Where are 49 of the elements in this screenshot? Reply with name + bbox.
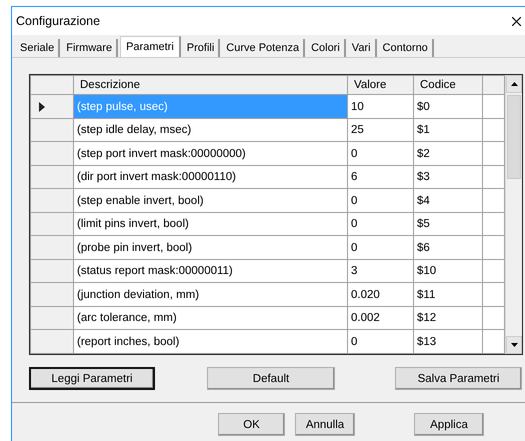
table-cell[interactable]: 0.002 [348,306,414,330]
action-button[interactable]: Annulla [295,413,355,436]
table-cell: (step enable invert, bool) [74,188,348,212]
column-header[interactable]: Valore [348,76,414,95]
scroll-down-icon[interactable] [510,343,518,347]
table-cell: (arc tolerance, mm) [74,306,348,330]
table-cell[interactable]: 0.020 [348,282,414,306]
table-cell: $3 [414,165,482,189]
table-cell: (limit pins invert, bool) [74,212,348,236]
action-button[interactable]: Salva Parametri [395,367,522,390]
close-icon[interactable] [512,16,521,26]
table-cell: (status report mask:00000011) [74,259,348,283]
action-button[interactable]: Applica [414,413,484,436]
table-cell: (dir port invert mask:00000110) [74,165,348,189]
table-cell[interactable]: 10 [348,94,414,118]
table-cell[interactable]: 0 [348,212,414,236]
table-cell: (junction deviation, mm) [74,282,348,306]
table-cell: $13 [414,330,482,354]
action-button[interactable]: Default [207,367,335,390]
table-cell: $10 [414,259,482,283]
table-cell: $6 [414,236,482,260]
table-cell: (probe pin invert, bool) [74,236,348,260]
table-cell: (step idle delay, msec) [74,118,348,142]
table-cell: $0 [414,94,482,118]
table-cell[interactable]: 6 [348,165,414,189]
column-header[interactable]: Descrizione [74,76,348,95]
column-header[interactable]: Codice [414,76,482,95]
table-cell[interactable]: 0 [348,142,414,166]
scrollbar[interactable] [505,75,522,354]
scroll-up-icon[interactable] [510,82,518,86]
table-cell: $11 [414,282,482,306]
table-cell: $12 [414,306,482,330]
table-cell: (step pulse, usec) [74,94,348,118]
table-cell[interactable]: 0 [348,330,414,354]
window-title: Configurazione [16,14,100,28]
action-button[interactable]: Leggi Parametri [29,367,155,390]
table-cell[interactable]: 3 [348,259,414,283]
table-cell: $5 [414,212,482,236]
table-cell[interactable]: 0 [348,188,414,212]
table-cell[interactable]: 25 [348,118,414,142]
action-button[interactable]: OK [218,413,285,436]
tab[interactable]: Parametri [120,36,181,57]
table-cell: (report inches, bool) [74,330,348,354]
table-cell: (step port invert mask:00000000) [74,142,348,166]
table-cell: $2 [414,142,482,166]
table-cell: $4 [414,188,482,212]
table-cell: $1 [414,118,482,142]
row-pointer-icon [39,102,45,112]
table-cell[interactable]: 0 [348,236,414,260]
